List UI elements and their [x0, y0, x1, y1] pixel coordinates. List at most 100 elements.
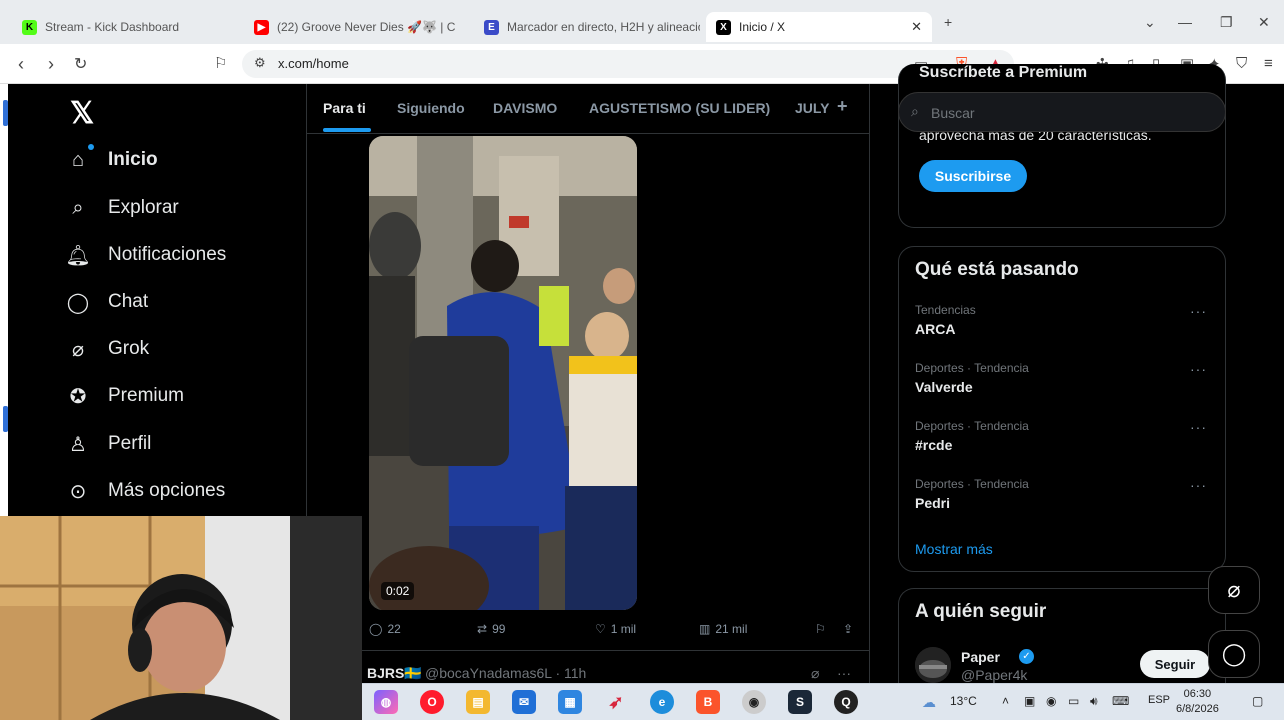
- nav-item-chat[interactable]: ◯ Chat: [66, 290, 148, 314]
- avatar[interactable]: [915, 647, 951, 683]
- tab-davismo[interactable]: DAVISMO: [493, 100, 557, 116]
- volume-icon[interactable]: 🔊︎: [1090, 694, 1098, 709]
- clock[interactable]: 06:30 6/8/2026: [1176, 687, 1219, 717]
- app-icon[interactable]: ➶: [604, 690, 628, 714]
- taskbar: ◍ O ▤ ✉ ▦ ➶ e B ◉ S Q ☁ 13°C ˄ ▣ ◉ ▭ 🔊︎ …: [362, 683, 1284, 720]
- post-video[interactable]: 0:02: [369, 136, 637, 610]
- grok-fab-icon[interactable]: ⌀: [1208, 566, 1260, 614]
- clock-date: 6/8/2026: [1176, 703, 1219, 715]
- trend-meta: Tendencias: [915, 303, 976, 317]
- tab-july[interactable]: JULY: [795, 100, 830, 116]
- nav-item-notificaciones[interactable]: 🔔︎ Notificaciones: [65, 243, 226, 267]
- tab-x[interactable]: X Inicio / X ✕: [706, 12, 932, 42]
- bookmark-icon[interactable]: ⚐: [214, 54, 227, 72]
- follow-handle: @Paper4k: [961, 667, 1028, 683]
- network-icon[interactable]: ▭: [1068, 694, 1079, 708]
- trend-meta: Deportes · Tendencia: [915, 477, 1029, 491]
- flashscore-icon: E: [484, 19, 499, 35]
- grok-post-icon[interactable]: ⌀: [811, 665, 819, 682]
- x-logo-icon[interactable]: 𝕏: [70, 96, 94, 131]
- follow-button[interactable]: Seguir: [1140, 650, 1210, 678]
- repost-count: 99: [492, 622, 506, 636]
- trend-item[interactable]: Deportes · Tendencia Valverde ···: [915, 361, 1211, 401]
- subscribe-button[interactable]: Suscribirse: [919, 160, 1027, 192]
- chevron-down-icon[interactable]: ⌄: [1144, 14, 1156, 31]
- restore-icon[interactable]: ❐: [1220, 14, 1233, 31]
- like-button[interactable]: ♡ 1 mil: [595, 622, 636, 636]
- copilot-icon[interactable]: ◍: [374, 690, 398, 714]
- new-tab-icon[interactable]: +: [944, 14, 952, 30]
- back-icon[interactable]: ‹: [18, 54, 24, 75]
- tab-kick[interactable]: K Stream - Kick Dashboard: [12, 12, 240, 42]
- repost-button[interactable]: ⇄ 99: [477, 622, 505, 636]
- x-feed: Para ti Siguiendo DAVISMO AGUSTETISMO (S…: [306, 84, 870, 684]
- more-icon[interactable]: ···: [1190, 419, 1207, 435]
- edge-icon[interactable]: e: [650, 690, 674, 714]
- search-input[interactable]: ⌕ Buscar: [898, 92, 1226, 132]
- tray-app-icon[interactable]: ▣: [1024, 694, 1035, 708]
- person-icon: ♙: [69, 433, 87, 456]
- weather-icon[interactable]: ☁: [922, 694, 936, 711]
- tray-chevron-icon[interactable]: ˄: [1002, 694, 1009, 708]
- more-icon[interactable]: ···: [1190, 303, 1207, 319]
- nav-item-premium[interactable]: ✪ Premium: [66, 384, 184, 408]
- tray-app-icon[interactable]: ◉: [1046, 694, 1056, 708]
- author-handle[interactable]: @bocaYnadamas6L · 11h: [425, 665, 586, 681]
- follow-name[interactable]: Paper: [961, 649, 1000, 665]
- forward-icon[interactable]: ›: [48, 54, 54, 75]
- trend-item[interactable]: Deportes · Tendencia Pedri ···: [915, 477, 1211, 517]
- tab-agustetismo[interactable]: AGUSTETISMO (SU LIDER): [589, 100, 770, 116]
- tab-youtube[interactable]: ▶ (22) Groove Never Dies 🚀🐺 | C: [244, 12, 470, 42]
- add-tab-icon[interactable]: +: [837, 96, 848, 117]
- more-icon[interactable]: ···: [1190, 477, 1207, 493]
- brave-icon[interactable]: B: [696, 690, 720, 714]
- minimize-icon[interactable]: —: [1178, 14, 1192, 30]
- window-close-icon[interactable]: ✕: [1258, 14, 1270, 31]
- premium-icon: ✪: [69, 385, 87, 408]
- next-post[interactable]: BJRS🇸🇪 @bocaYnadamas6L · 11h ⌀ ···: [307, 650, 869, 684]
- reply-button[interactable]: ◯ 22: [369, 622, 401, 636]
- nav-label: Chat: [108, 291, 149, 312]
- store-icon[interactable]: ▦: [558, 690, 582, 714]
- close-icon[interactable]: ✕: [911, 19, 922, 35]
- nav-item-perfil[interactable]: ♙ Perfil: [66, 432, 151, 456]
- follow-title: A quién seguir: [915, 601, 1047, 622]
- file-explorer-icon[interactable]: ▤: [466, 690, 490, 714]
- show-more-link[interactable]: Mostrar más: [915, 541, 993, 557]
- nav-label: Perfil: [108, 433, 152, 454]
- steam-icon[interactable]: S: [788, 690, 812, 714]
- keyboard-icon[interactable]: ⌨: [1112, 694, 1129, 708]
- nav-label: Grok: [108, 338, 150, 359]
- more-icon[interactable]: ···: [837, 665, 851, 681]
- webcam-app-icon[interactable]: Q: [834, 690, 858, 714]
- temperature[interactable]: 13°C: [950, 694, 977, 708]
- nav-item-inicio[interactable]: ⌂ Inicio: [66, 148, 158, 172]
- messages-fab-icon[interactable]: ◯: [1208, 630, 1260, 678]
- trend-item[interactable]: Tendencias ARCA ···: [915, 303, 1211, 343]
- menu-icon[interactable]: ≡: [1264, 55, 1273, 72]
- obs-icon[interactable]: ◉: [742, 690, 766, 714]
- site-settings-icon[interactable]: ⚙: [254, 55, 266, 71]
- trend-item[interactable]: Deportes · Tendencia #rcde ···: [915, 419, 1211, 459]
- nav-item-grok[interactable]: ⌀ Grok: [66, 337, 149, 361]
- share-icon[interactable]: ⇪: [843, 622, 853, 636]
- bookmark-post-icon[interactable]: ⚐: [815, 622, 826, 636]
- nav-item-explorar[interactable]: ⌕ Explorar: [66, 196, 179, 220]
- language-indicator[interactable]: ESP: [1148, 694, 1170, 706]
- tab-siguiendo[interactable]: Siguiendo: [397, 100, 465, 116]
- views-button[interactable]: ▥ 21 mil: [699, 622, 747, 636]
- tab-para-ti[interactable]: Para ti: [323, 100, 366, 116]
- nav-item-mas-opciones[interactable]: ⊙ Más opciones: [66, 479, 226, 503]
- nav-label: Explorar: [108, 197, 179, 218]
- view-count: 21 mil: [715, 622, 748, 636]
- reload-icon[interactable]: ↻: [74, 54, 87, 74]
- trend-name: ARCA: [915, 321, 956, 337]
- more-icon[interactable]: ···: [1190, 361, 1207, 377]
- tab-flashscore[interactable]: E Marcador en directo, H2H y alineacio: [474, 12, 700, 42]
- vpn-icon[interactable]: ⛉: [1236, 55, 1247, 72]
- more-circle-icon: ⊙: [69, 480, 87, 503]
- mail-icon[interactable]: ✉: [512, 690, 536, 714]
- author-name[interactable]: BJRS🇸🇪: [367, 665, 422, 682]
- notifications-icon[interactable]: ▢: [1252, 694, 1263, 708]
- opera-icon[interactable]: O: [420, 690, 444, 714]
